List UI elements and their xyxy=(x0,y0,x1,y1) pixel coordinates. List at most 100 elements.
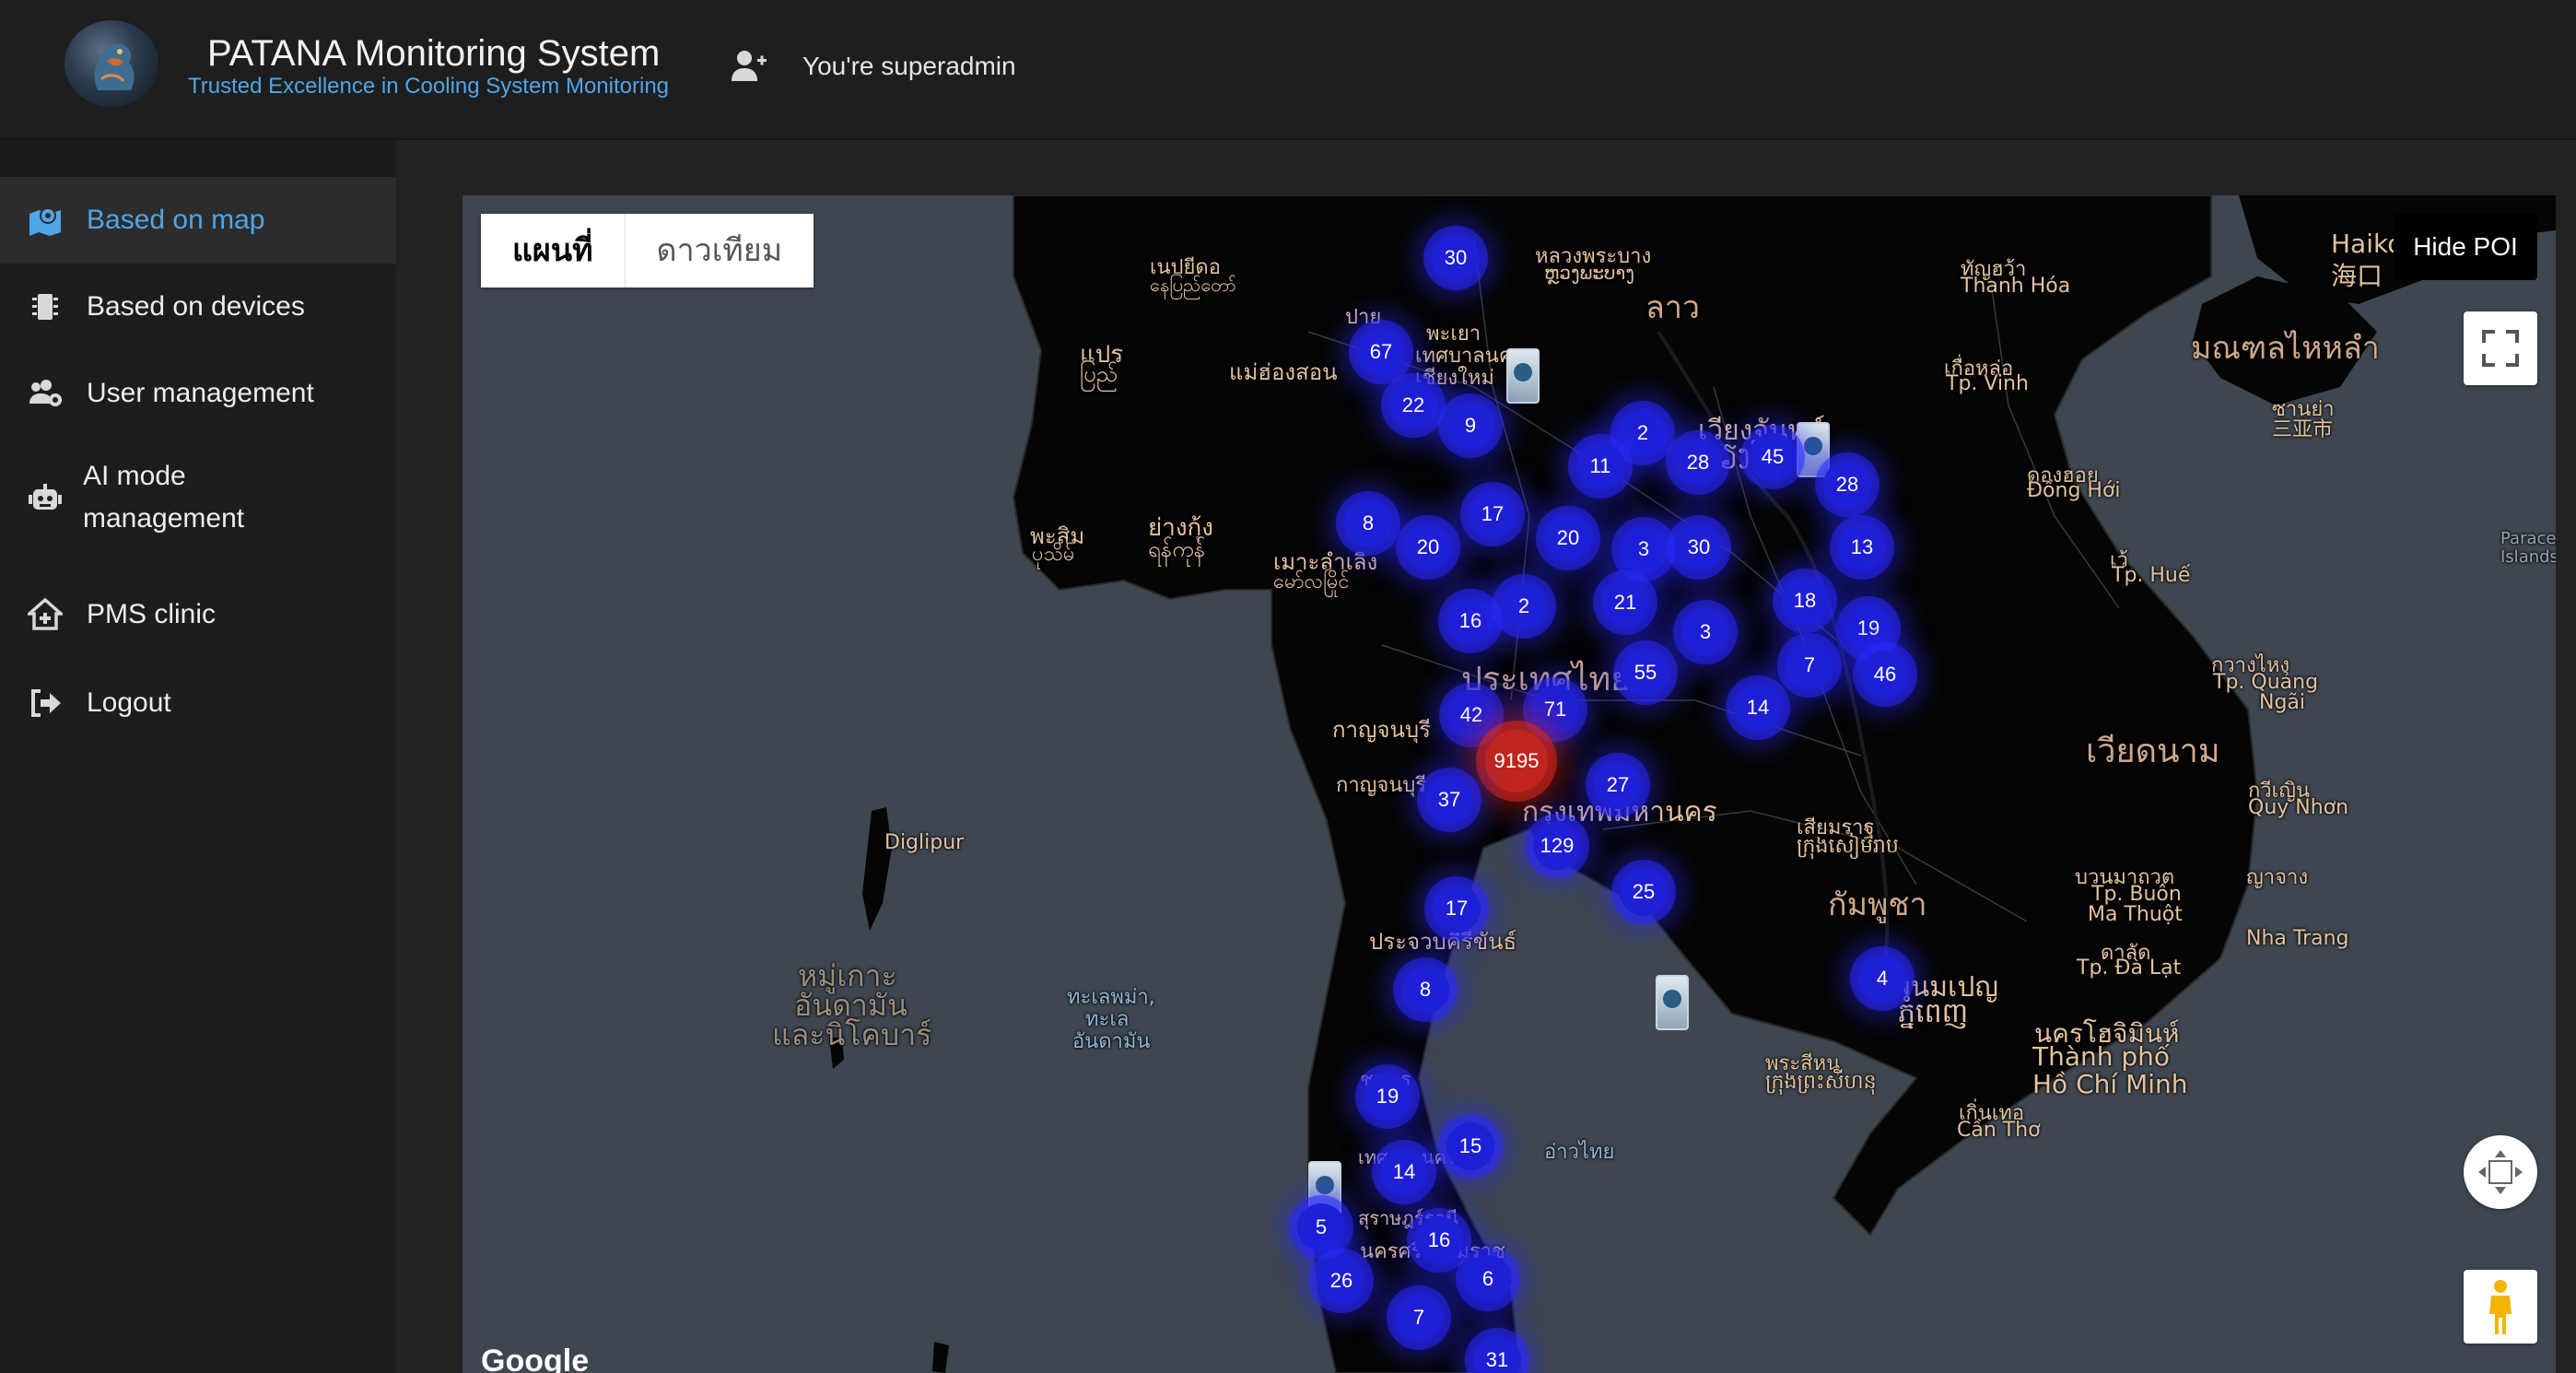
cluster-marker[interactable]: 20 xyxy=(1544,514,1592,562)
device-marker-icon[interactable] xyxy=(1797,422,1830,477)
cluster-count: 19 xyxy=(1376,1085,1399,1108)
cluster-marker[interactable]: 55 xyxy=(1622,649,1669,697)
cluster-marker[interactable]: 17 xyxy=(1469,490,1516,538)
cluster-count: 11 xyxy=(1589,454,1611,477)
device-marker-icon[interactable] xyxy=(1656,975,1689,1030)
sidebar-item-label: Logout xyxy=(87,687,171,718)
fullscreen-button[interactable] xyxy=(2464,311,2537,385)
cluster-marker[interactable]: 28 xyxy=(1674,439,1722,487)
cluster-count: 27 xyxy=(1606,773,1630,796)
cluster-marker[interactable]: 4 xyxy=(1858,955,1906,1003)
cluster-marker[interactable]: 14 xyxy=(1380,1148,1428,1196)
cluster-count: 67 xyxy=(1369,340,1393,363)
sidebar-item-ai-mode-management[interactable]: AI mode management xyxy=(0,442,396,555)
sidebar-item-logout[interactable]: Logout xyxy=(0,662,396,748)
cluster-marker[interactable]: 8 xyxy=(1344,499,1392,547)
cluster-count: 46 xyxy=(1873,663,1897,686)
clinic-house-icon xyxy=(28,597,63,630)
cluster-marker[interactable]: 26 xyxy=(1317,1257,1365,1305)
map-place-label: ပြည် xyxy=(1080,361,1118,387)
cluster-marker[interactable]: 3 xyxy=(1620,525,1668,573)
cluster-marker[interactable]: 14 xyxy=(1734,684,1782,732)
user-plus-icon[interactable] xyxy=(730,48,767,85)
cluster-marker[interactable]: 21 xyxy=(1601,579,1649,627)
app-title: PATANA Monitoring System xyxy=(207,33,661,74)
map-place-label: อันดามัน xyxy=(1072,1030,1151,1053)
cluster-marker[interactable]: 9 xyxy=(1446,402,1494,450)
cluster-marker[interactable]: 19 xyxy=(1844,604,1892,652)
cluster-marker[interactable]: 129 xyxy=(1533,822,1581,870)
cluster-marker[interactable]: 13 xyxy=(1838,523,1886,571)
cluster-count: 5 xyxy=(1315,1215,1328,1238)
map-place-label: ក្រុងព្រះសីហនុ xyxy=(1765,1071,1877,1094)
camera-control-button[interactable] xyxy=(2464,1135,2537,1209)
cluster-marker[interactable]: 45 xyxy=(1749,433,1797,481)
cluster-marker-large[interactable]: 9195 xyxy=(1485,730,1548,792)
cluster-marker[interactable]: 16 xyxy=(1415,1216,1463,1264)
sidebar-item-based-on-devices[interactable]: Based on devices xyxy=(0,265,396,352)
map-place-label: ญาจาง xyxy=(2246,866,2309,889)
map-place-label: ลาว xyxy=(1645,289,1701,326)
cluster-marker[interactable]: 67 xyxy=(1357,328,1405,376)
map-place-label: Diglipur xyxy=(884,831,965,854)
cluster-count: 16 xyxy=(1458,609,1482,632)
users-cog-icon xyxy=(29,380,62,406)
cluster-marker[interactable]: 42 xyxy=(1447,691,1495,739)
cluster-count: 37 xyxy=(1437,788,1461,811)
cluster-count: 21 xyxy=(1613,591,1637,614)
map-place-label: Hồ Chí Minh xyxy=(2032,1069,2188,1099)
cluster-marker[interactable]: 19 xyxy=(1364,1073,1411,1121)
cluster-marker[interactable]: 16 xyxy=(1446,597,1494,645)
cluster-count: 7 xyxy=(1803,653,1816,676)
map-place-label: เวียดนาม xyxy=(2086,733,2220,770)
cluster-marker[interactable]: 2 xyxy=(1619,409,1667,457)
cluster-marker[interactable]: 8 xyxy=(1401,966,1449,1014)
map-view[interactable]: เนปยีดอ နေပြည်တော် ปาย หลวงพระบาง ຫຼວງພະບາງล… xyxy=(463,195,2556,1373)
map-place-label: กัมพูชา xyxy=(1828,886,1927,923)
cluster-count: 14 xyxy=(1746,696,1770,719)
cluster-count: 30 xyxy=(1444,246,1468,269)
cluster-marker[interactable]: 17 xyxy=(1433,885,1481,933)
cluster-marker[interactable]: 71 xyxy=(1531,686,1579,733)
map-type-roadmap-button[interactable]: แผนที่ xyxy=(481,214,626,288)
map-place-label: Nha Trang xyxy=(2246,927,2349,950)
hide-poi-button[interactable]: Hide POI xyxy=(2394,214,2537,280)
device-marker-icon[interactable] xyxy=(1506,348,1540,404)
cluster-marker[interactable]: 7 xyxy=(1786,641,1833,689)
sidebar-item-label: Based on devices xyxy=(87,291,305,322)
sidebar-item-based-on-map[interactable]: Based on map xyxy=(0,177,396,264)
sidebar-item-label: AI mode management xyxy=(83,461,245,534)
cluster-count: 14 xyxy=(1392,1160,1416,1183)
app-logo xyxy=(64,20,158,107)
cluster-count: 2 xyxy=(1517,594,1530,617)
cluster-marker[interactable]: 11 xyxy=(1576,442,1624,490)
cluster-count: 9195 xyxy=(1493,749,1540,772)
cluster-marker[interactable]: 37 xyxy=(1425,776,1473,824)
cluster-marker[interactable]: 22 xyxy=(1389,381,1437,429)
cluster-count: 22 xyxy=(1401,393,1425,417)
cluster-count: 4 xyxy=(1876,967,1889,990)
map-type-control: แผนที่ ดาวเทียม xyxy=(481,214,814,288)
cluster-marker[interactable]: 20 xyxy=(1404,523,1452,571)
cluster-count: 8 xyxy=(1419,978,1432,1001)
street-view-pegman-button[interactable] xyxy=(2464,1270,2537,1344)
cluster-marker[interactable]: 3 xyxy=(1681,608,1729,656)
sidebar-item-pms-clinic[interactable]: PMS clinic xyxy=(0,573,396,660)
user-role-text: You're superadmin xyxy=(802,52,1016,80)
cluster-marker[interactable]: 30 xyxy=(1432,234,1480,282)
cluster-marker[interactable]: 28 xyxy=(1823,461,1871,509)
logo-creature-icon xyxy=(94,43,135,90)
map-type-satellite-button[interactable]: ดาวเทียม xyxy=(626,214,814,288)
cluster-marker[interactable]: 5 xyxy=(1297,1203,1345,1251)
map-place-label: မော်လမြိုင် xyxy=(1273,570,1350,593)
cluster-marker[interactable]: 6 xyxy=(1464,1255,1512,1303)
cluster-marker[interactable]: 2 xyxy=(1500,582,1548,630)
sidebar-item-user-management[interactable]: User management xyxy=(0,354,396,440)
cluster-marker[interactable]: 30 xyxy=(1675,523,1723,571)
cluster-marker[interactable]: 7 xyxy=(1395,1294,1443,1342)
cluster-marker[interactable]: 25 xyxy=(1620,868,1668,916)
cluster-marker[interactable]: 27 xyxy=(1594,761,1642,809)
cluster-marker[interactable]: 18 xyxy=(1781,577,1829,625)
cluster-marker[interactable]: 46 xyxy=(1861,651,1909,698)
cluster-marker[interactable]: 15 xyxy=(1446,1122,1494,1170)
